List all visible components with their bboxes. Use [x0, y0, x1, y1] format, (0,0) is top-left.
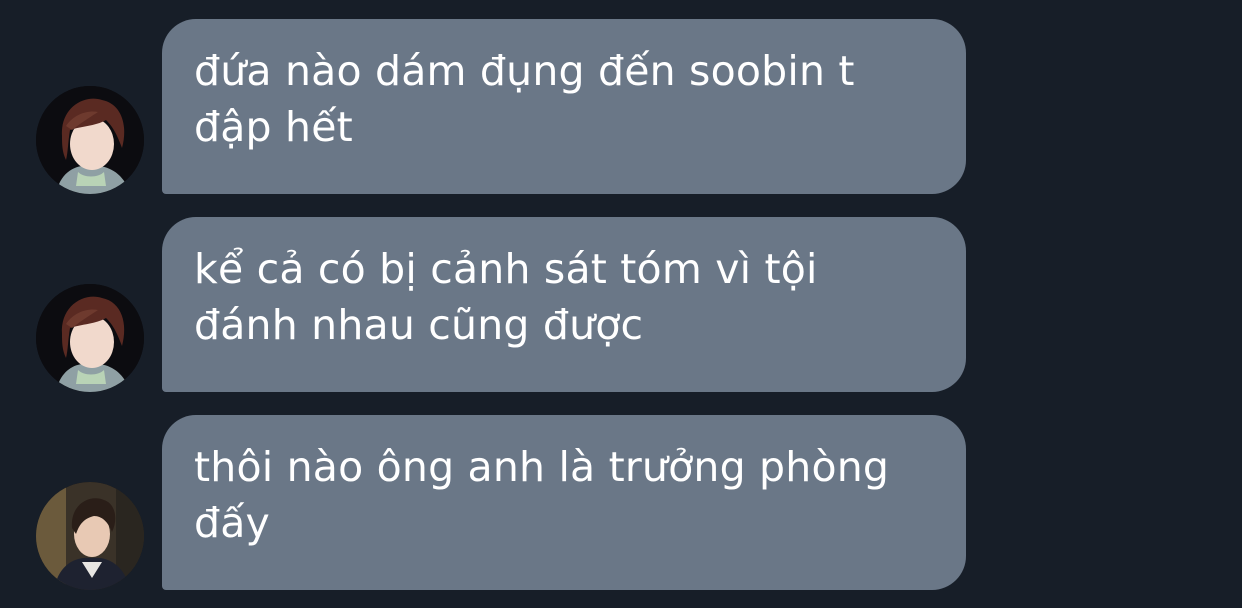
- message-bubble[interactable]: kể cả có bị cảnh sát tóm vì tội đánh nha…: [162, 217, 966, 392]
- message-row: kể cả có bị cảnh sát tóm vì tội đánh nha…: [0, 217, 1242, 392]
- person-avatar-icon: [36, 86, 144, 194]
- sender-avatar[interactable]: [36, 482, 144, 590]
- message-row: đứa nào dám đụng đến soobin t đập hết: [0, 19, 1242, 194]
- message-text: thôi nào ông anh là trưởng phòng đấy: [194, 443, 890, 547]
- sender-avatar[interactable]: [36, 284, 144, 392]
- message-bubble[interactable]: đứa nào dám đụng đến soobin t đập hết: [162, 19, 966, 194]
- message-text: kể cả có bị cảnh sát tóm vì tội đánh nha…: [194, 245, 818, 349]
- sender-avatar[interactable]: [36, 86, 144, 194]
- message-bubble[interactable]: thôi nào ông anh là trưởng phòng đấy: [162, 415, 966, 590]
- message-row: thôi nào ông anh là trưởng phòng đấy: [0, 415, 1242, 590]
- message-text: đứa nào dám đụng đến soobin t đập hết: [194, 47, 855, 151]
- person-avatar-icon: [36, 482, 144, 590]
- person-avatar-icon: [36, 284, 144, 392]
- chat-thread: đứa nào dám đụng đến soobin t đập hết kể…: [0, 0, 1242, 608]
